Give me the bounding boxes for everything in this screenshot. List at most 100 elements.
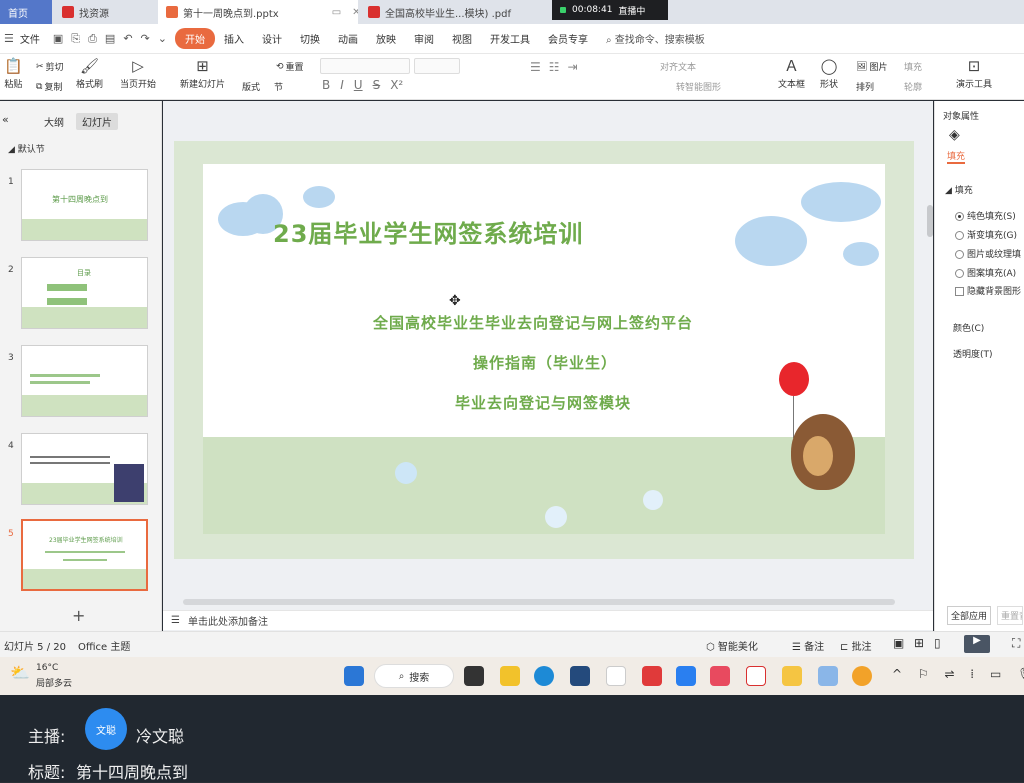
layout-button[interactable]: 版式 [242, 80, 260, 93]
format-painter-button[interactable]: 🖌 格式刷 [76, 58, 103, 90]
font-size-select[interactable] [414, 58, 460, 74]
solid-fill-option[interactable]: 纯色填充(S) [955, 209, 1016, 222]
app-icon[interactable] [606, 666, 626, 686]
redo-icon[interactable]: ↷ [137, 32, 154, 45]
copy-button[interactable]: ⧉ 复制 [36, 80, 62, 94]
menu-slideshow[interactable]: 放映 [367, 31, 405, 46]
picture-button[interactable]: 🖼 图片 [856, 60, 887, 74]
more-icon[interactable]: ⌄ [154, 32, 171, 45]
superscript-icon[interactable]: X² [390, 78, 403, 92]
edge-icon[interactable] [534, 666, 554, 686]
numbering-icon[interactable]: ☷ [549, 60, 560, 74]
save-icon[interactable]: ▣ [49, 32, 67, 45]
comments-button[interactable]: ⊏ 批注 [840, 638, 872, 653]
hide-background-checkbox[interactable]: 隐藏背景图形 [955, 284, 1021, 297]
new-slide-button[interactable]: ⊞ 新建幻灯片 [180, 58, 225, 90]
present-tools-button[interactable]: ⊡ 演示工具 [956, 58, 992, 90]
indent-icon[interactable]: ⇥ [568, 60, 578, 74]
taskbar-search[interactable]: ⌕ 搜索 [374, 664, 454, 688]
menu-view[interactable]: 视图 [443, 31, 481, 46]
menu-transition[interactable]: 切换 [291, 31, 329, 46]
menu-design[interactable]: 设计 [253, 31, 291, 46]
sorter-view-icon[interactable]: ⊞ [914, 636, 924, 650]
collapse-icon[interactable]: « [2, 113, 9, 126]
play-slideshow-icon[interactable]: ▶ [964, 635, 990, 653]
bold-icon[interactable]: B [322, 78, 330, 92]
reading-view-icon[interactable]: ▯ [934, 636, 941, 650]
play-current-button[interactable]: ▷ 当页开始 [120, 58, 156, 90]
outline-button[interactable]: 轮廓 [904, 80, 922, 93]
section-label[interactable]: ◢ 默认节 [8, 142, 45, 155]
tab-slides[interactable]: 幻灯片 [76, 113, 118, 130]
app-icon[interactable] [782, 666, 802, 686]
weather-icon[interactable]: ⛅ [10, 663, 30, 682]
store-icon[interactable] [570, 666, 590, 686]
preview-icon[interactable]: ▤ [101, 32, 119, 45]
apply-all-button[interactable]: 全部应用 [947, 606, 992, 625]
tab-fill[interactable]: 填充 [947, 149, 966, 164]
add-slide-button[interactable]: + [72, 606, 85, 625]
avatar[interactable]: 文聪 [85, 708, 127, 750]
slide-thumbnail-1[interactable]: 第十四周晚点到 [21, 169, 148, 241]
smart-graphic-button[interactable]: 转智能图形 [676, 80, 721, 93]
paint-bucket-icon[interactable]: ◈ [949, 127, 960, 143]
normal-view-icon[interactable]: ▣ [893, 636, 904, 650]
align-text-button[interactable]: 对齐文本 [660, 60, 696, 73]
tab-outline[interactable]: 大纲 [38, 113, 70, 130]
print-icon[interactable]: ⎙ [84, 32, 101, 46]
gradient-fill-option[interactable]: 渐变填充(G) [955, 228, 1017, 241]
app-icon[interactable] [676, 666, 696, 686]
vertical-scrollbar[interactable] [927, 205, 933, 237]
menu-developer[interactable]: 开发工具 [481, 31, 539, 46]
command-search[interactable]: ⌕ 查找命令、搜索模板 [597, 31, 714, 46]
menu-insert[interactable]: 插入 [215, 31, 253, 46]
arrange-button[interactable]: 排列 [856, 80, 874, 93]
tab-pdf[interactable]: 全国高校毕业生...模块) .pdf [360, 0, 540, 24]
tab-pptx[interactable]: 第十一周晚点到.pptx ▭ ✕ [158, 0, 358, 24]
bullets-icon[interactable]: ☰ [530, 60, 541, 74]
paste-button[interactable]: 📋 粘贴 [4, 58, 23, 90]
notes-area[interactable]: ☰ 单击此处添加备注 [163, 610, 933, 630]
menu-member[interactable]: 会员专享 [539, 31, 597, 46]
menu-file[interactable]: 文件 [18, 31, 49, 46]
close-icon[interactable]: ✕ [352, 7, 358, 18]
underline-icon[interactable]: U [354, 78, 363, 92]
app-icon[interactable] [818, 666, 838, 686]
slide-thumbnail-5[interactable]: 23届毕业学生网签系统培训 [21, 519, 148, 591]
tab-find-resources[interactable]: 找资源 [54, 0, 156, 24]
app-icon[interactable] [710, 666, 730, 686]
reset-button[interactable]: ⟲ 重置 [276, 60, 304, 74]
picture-fill-option[interactable]: 图片或纹理填 [955, 247, 1021, 260]
textbox-button[interactable]: Ａ 文本框 [778, 58, 805, 90]
menu-animation[interactable]: 动画 [329, 31, 367, 46]
cut-button[interactable]: ✂ 剪切 [36, 60, 64, 74]
fill-button[interactable]: 填充 [904, 60, 922, 73]
undo-icon[interactable]: ↶ [119, 32, 136, 45]
pattern-fill-option[interactable]: 图案填充(A) [955, 266, 1016, 279]
current-slide[interactable]: 23届毕业学生网签系统培训 全国高校毕业生毕业去向登记与网上签约平台 操作指南（… [203, 164, 885, 534]
menu-review[interactable]: 审阅 [405, 31, 443, 46]
horizontal-scrollbar[interactable] [183, 599, 895, 605]
fit-icon[interactable]: ⛶ [1012, 636, 1020, 651]
file-explorer-icon[interactable] [500, 666, 520, 686]
restore-icon[interactable]: ▭ [332, 7, 341, 18]
fill-section-header[interactable]: ◢ 填充 [945, 183, 973, 196]
system-tray-icons[interactable]: ^ ⚐ ⇌ ⁞ ▭ 🎙 [892, 667, 1024, 681]
strikethrough-icon[interactable]: S [373, 78, 381, 92]
export-icon[interactable]: ⎘ [67, 32, 84, 46]
shape-button[interactable]: ◯ 形状 [820, 58, 838, 90]
reset-background-button[interactable]: 重置背 [997, 606, 1023, 625]
italic-icon[interactable]: I [340, 78, 344, 92]
section-button[interactable]: 节 [274, 80, 283, 93]
app-icon[interactable] [852, 666, 872, 686]
menu-start[interactable]: 开始 [174, 28, 215, 49]
tab-home[interactable]: 首页 [0, 0, 52, 24]
smart-beautify-button[interactable]: ⬡ 智能美化 [706, 638, 758, 653]
windows-start-icon[interactable] [344, 666, 364, 686]
app-icon[interactable] [642, 666, 662, 686]
slide-thumbnail-4[interactable] [21, 433, 148, 505]
font-family-select[interactable] [320, 58, 410, 74]
task-view-icon[interactable] [464, 666, 484, 686]
hamburger-icon[interactable]: ☰ [0, 32, 18, 45]
slide-thumbnail-3[interactable] [21, 345, 148, 417]
